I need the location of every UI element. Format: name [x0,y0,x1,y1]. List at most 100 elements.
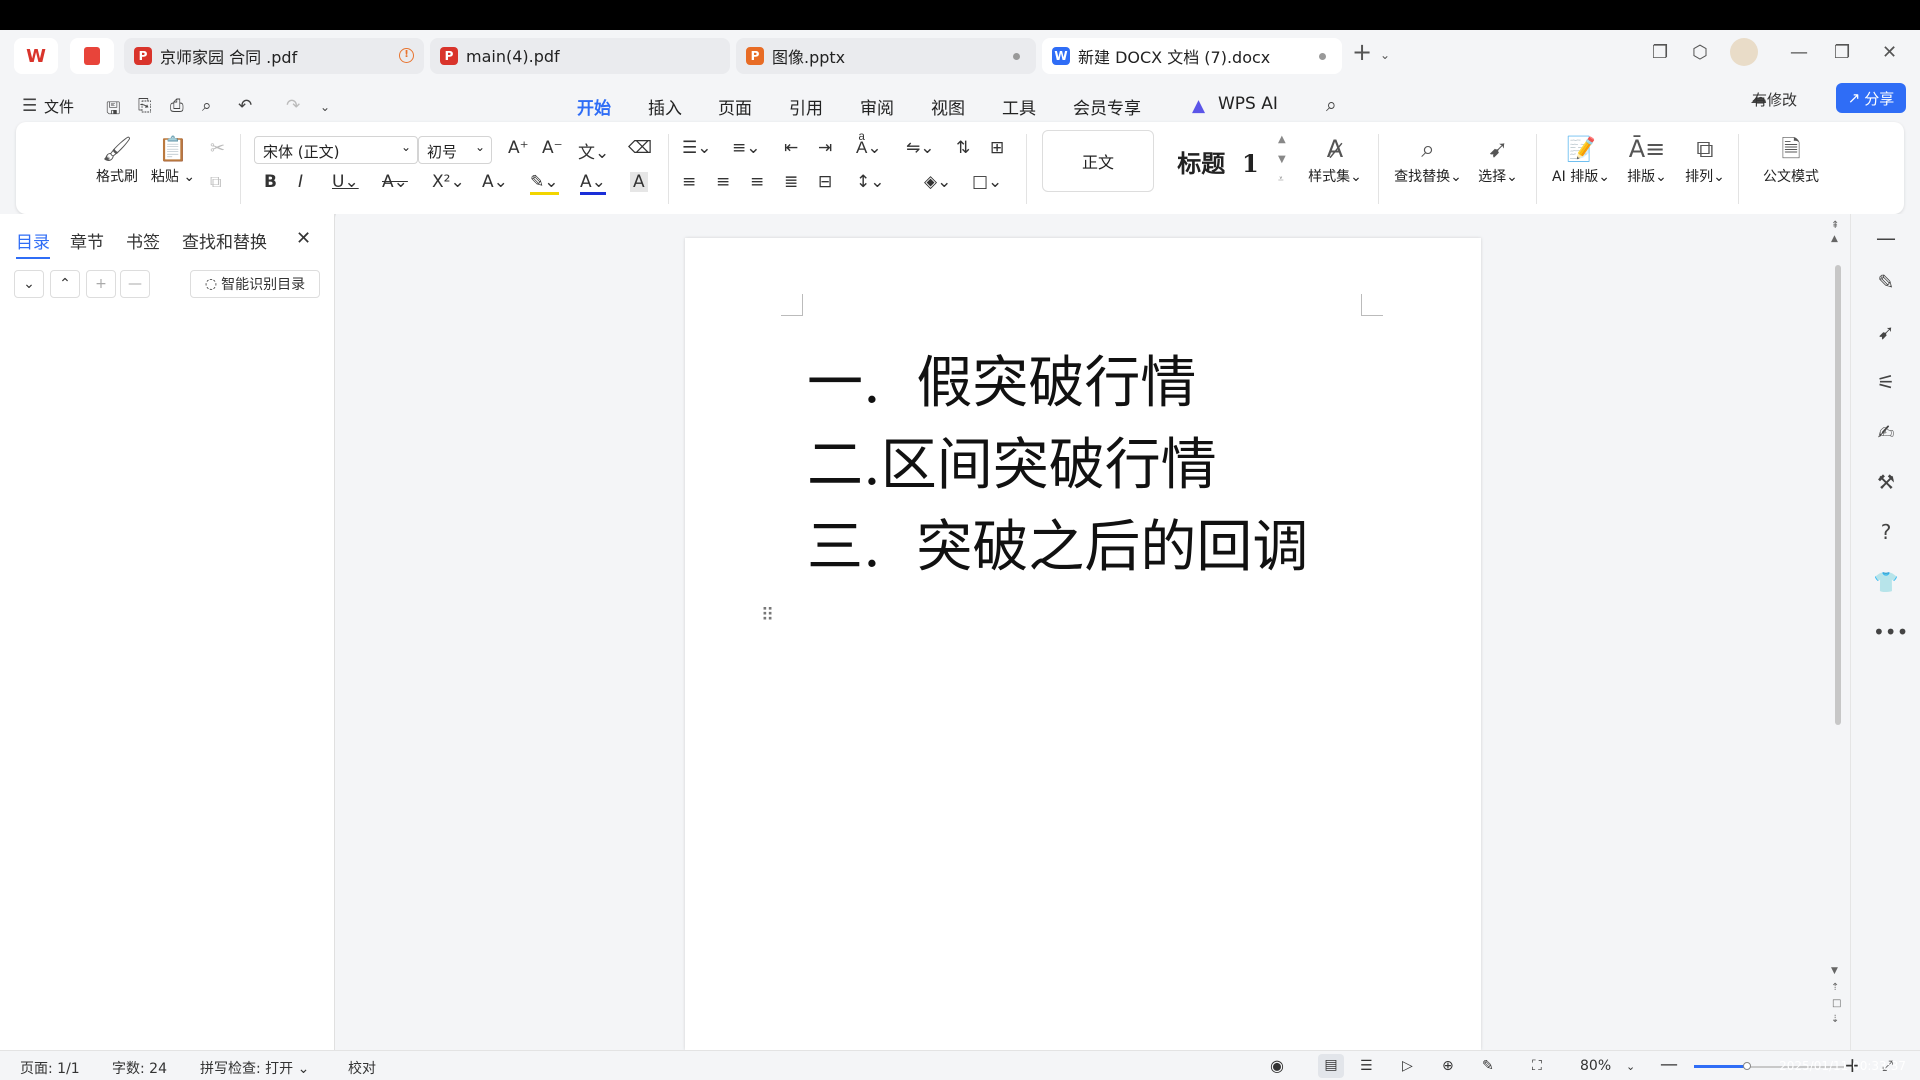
close-icon[interactable]: ✕ [1882,42,1897,63]
strikethrough-icon[interactable]: A⌄ [382,172,408,192]
pen-icon[interactable]: ✎ [1873,270,1899,294]
text-effect-icon[interactable]: A⌄ [482,172,508,192]
tab-image-pptx[interactable]: P 图像.pptx [736,38,1036,74]
sliders-icon[interactable]: ⚟ [1873,370,1899,394]
skin-icon[interactable]: 👕 [1873,570,1899,594]
style-expand-icon[interactable]: ⩡ [1278,174,1284,185]
outline-view-icon[interactable]: ☰ [1360,1058,1373,1074]
wps-home-button[interactable]: W [14,38,58,74]
menu-member[interactable]: 会员专享 [1073,94,1141,119]
menu-home[interactable]: 开始 [577,94,611,127]
justify-icon[interactable]: ≣ [784,172,798,192]
shrink-font-icon[interactable]: A⁻ [542,138,563,158]
scroll-top-icon[interactable]: ⇞ [1831,220,1839,231]
page-view-icon[interactable]: ▤ [1318,1054,1344,1078]
format-painter-button[interactable]: 🖌 格式刷 [92,132,142,186]
prev-page-icon[interactable]: ⇡ [1831,982,1839,993]
expand-down-icon[interactable]: ⌄ [14,270,44,298]
play-icon[interactable]: ▷ [1402,1058,1413,1074]
paste-button[interactable]: 📋 粘贴 ⌄ [150,132,196,186]
menu-page[interactable]: 页面 [718,94,752,119]
restore-icon[interactable]: ❐ [1834,42,1850,63]
style-set-button[interactable]: A̷ 样式集⌄ [1302,132,1368,186]
select-button[interactable]: ➹ 选择⌄ [1472,132,1524,186]
align-left-icon[interactable]: ≡ [682,172,696,192]
find-replace-button[interactable]: ⌕ 查找替换⌄ [1390,132,1466,186]
fit-page-icon[interactable]: ⛶ [1532,1058,1542,1074]
page-indicator[interactable]: 页面: 1/1 [20,1058,80,1078]
document-page[interactable]: 一. 假突破行情 二.区间突破行情 三. 突破之后的回调 ⠿ [685,238,1481,1050]
doc-heading-line-2[interactable]: 二.区间突破行情 [807,420,1217,501]
menu-tools[interactable]: 工具 [1002,94,1036,119]
zoom-slider-knob[interactable] [1743,1062,1751,1070]
style-scroll-down-icon[interactable]: ▼ [1278,154,1286,165]
collapse-up-icon[interactable]: ⌃ [50,270,80,298]
share-button[interactable]: ↗ 分享 [1836,83,1906,113]
layout-button[interactable]: Ā≡ 排版⌄ [1622,132,1672,186]
numbered-list-icon[interactable]: ≡⌄ [732,138,761,158]
scroll-down-icon[interactable]: ▼ [1831,966,1838,976]
scrollbar-thumb[interactable] [1835,265,1841,725]
tab-contract-pdf[interactable]: P 京师家园 合同 .pdf ! [124,38,424,74]
style-scroll-up-icon[interactable]: ▲ [1278,134,1286,145]
window-switch-icon[interactable]: ❐ [1652,42,1668,63]
redo-icon[interactable]: ↷ [286,96,300,116]
tab-bookmarks[interactable]: 书签 [126,228,160,253]
tab-new-docx[interactable]: W 新建 DOCX 文档 (7).docx [1042,38,1342,74]
cube-icon[interactable]: ⬡ [1692,42,1708,63]
menu-references[interactable]: 引用 [789,94,823,119]
bold-icon[interactable]: B [264,172,277,192]
avatar[interactable] [1730,38,1758,66]
phonetic-guide-icon[interactable]: 文⌄ [578,138,609,163]
line-spacing-icon[interactable]: ↕⌄ [856,172,885,192]
more-icon[interactable]: ••• [1873,620,1908,644]
customize-chevron-icon[interactable]: ⌄ [320,100,330,114]
remove-heading-icon[interactable]: — [120,270,150,298]
spellcheck-toggle[interactable]: 拼写检查: 打开 ⌄ [200,1058,309,1078]
zoom-level[interactable]: 80% [1580,1058,1611,1074]
ai-layout-button[interactable]: 📝 AI 排版⌄ [1546,132,1616,186]
word-count[interactable]: 字数: 24 [112,1058,167,1078]
bullet-list-icon[interactable]: ☰⌄ [682,138,711,158]
menu-insert[interactable]: 插入 [648,94,682,119]
print-icon[interactable]: ⎙ [170,96,184,116]
text-direction-icon[interactable]: Aͣ⌄ [856,138,882,158]
drag-handle-icon[interactable]: ⠿ [761,607,775,625]
zoom-chevron-icon[interactable]: ⌄ [1626,1060,1635,1073]
style-heading-1[interactable]: 标题 1 [1158,130,1278,192]
search-icon[interactable]: ⌕ [1326,94,1337,116]
undo-icon[interactable]: ↶ [238,96,252,116]
superscript-icon[interactable]: X²⌄ [432,172,465,192]
add-heading-icon[interactable]: + [86,270,116,298]
web-view-icon[interactable]: ⊕ [1442,1058,1454,1074]
line-break-icon[interactable]: ⇋⌄ [906,138,935,158]
print-preview-icon[interactable]: ⌕ [202,96,212,116]
document-canvas[interactable]: 一. 假突破行情 二.区间突破行情 三. 突破之后的回调 ⠿ [336,214,1850,1050]
sort-icon[interactable]: ⇅ [956,138,970,158]
minimize-icon[interactable]: — [1790,42,1808,63]
highlight-icon[interactable]: ✎⌄ [530,172,559,195]
next-page-icon[interactable]: ⇣ [1831,1014,1839,1025]
char-shading-icon[interactable]: A [630,172,648,192]
tab-find-replace[interactable]: 查找和替换 [182,228,267,253]
docer-button[interactable] [70,38,114,74]
font-color-icon[interactable]: A⌄ [580,172,606,195]
hamburger-icon[interactable]: ☰ [22,96,37,116]
decrease-indent-icon[interactable]: ⇤ [784,138,798,158]
zoom-out-icon[interactable]: — [1660,1054,1678,1075]
save-icon[interactable]: 🖫 [106,96,120,125]
font-name-select[interactable]: 宋体 (正文) ⌄ [254,136,418,164]
tools-icon[interactable]: ⚒ [1873,470,1899,494]
edit-state-label[interactable]: 有修改 [1752,89,1797,110]
arrange-button[interactable]: ⧉ 排列⌄ [1680,132,1730,186]
tab-toc[interactable]: 目录 [16,228,50,259]
chevron-down-icon[interactable]: ⌄ [1380,48,1390,62]
official-mode-button[interactable]: 🗎 公文模式 [1754,132,1828,186]
menu-wps-ai[interactable]: WPS AI [1218,94,1278,114]
proofread-button[interactable]: 校对 [348,1058,376,1078]
doc-heading-line-3[interactable]: 三. 突破之后的回调 [807,502,1308,583]
menu-view[interactable]: 视图 [931,94,965,119]
signature-icon[interactable]: ✍ [1873,420,1899,444]
border-icon[interactable]: □⌄ [972,172,1002,192]
eye-icon[interactable]: ◉ [1270,1056,1284,1075]
